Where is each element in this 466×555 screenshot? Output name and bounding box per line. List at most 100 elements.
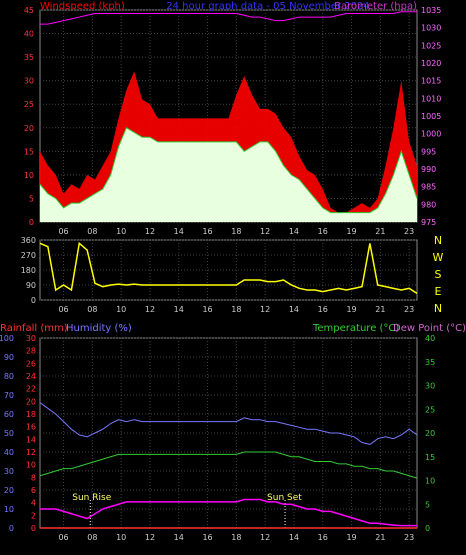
dewpoint-axis-label: Dew Point (°C): [393, 323, 466, 334]
humidity-tick-label: 40: [4, 448, 14, 457]
barometer-tick-label: 1010: [421, 94, 441, 103]
wind-tick-label: 40: [24, 30, 34, 39]
compass-label: S: [435, 268, 442, 281]
wind-tick-label: 30: [24, 77, 34, 86]
rainfall-tick-label: 20: [26, 397, 36, 406]
weather-graph: Windspeed (kph) 24 hour graph data - 05 …: [0, 0, 466, 555]
time-tick-label: 16: [318, 533, 328, 542]
time-tick-label: 08: [87, 305, 97, 314]
barometer-tick-label: 1000: [421, 130, 441, 139]
temperature-tick-label: 5: [425, 500, 430, 509]
compass-label: W: [433, 251, 444, 264]
wind-tick-label: 45: [24, 6, 34, 15]
axis-labels: 06 08 10 12 14 16 18 12 14 16 19 21 2306 08 10 12 14 16 18…: [0, 6, 444, 542]
rainfall-tick-label: 26: [26, 359, 36, 368]
barometer-tick-label: 990: [421, 165, 436, 174]
time-tick-label: 16: [202, 227, 212, 236]
temperature-tick-label: 25: [425, 405, 435, 414]
temperature-axis-label: Temperature (°C): [312, 323, 399, 334]
direction-tick-label: 90: [26, 281, 36, 290]
wind-tick-label: 20: [24, 124, 34, 133]
humidity-tick-label: 50: [4, 429, 14, 438]
time-tick-label: 12: [260, 227, 270, 236]
chart-marks: [39, 11, 418, 529]
direction-tick-label: 360: [21, 236, 36, 245]
rainfall-tick-label: 4: [31, 499, 36, 508]
compass-label: E: [435, 285, 442, 298]
barometer-tick-label: 1015: [421, 77, 441, 86]
rainfall-tick-label: 2: [31, 511, 36, 520]
barometer-tick-label: 1005: [421, 112, 441, 121]
sunset-label: Sun Set: [267, 493, 302, 503]
barometer-tick-label: 975: [421, 218, 436, 227]
time-tick-label: 18: [231, 305, 241, 314]
rainfall-tick-label: 18: [26, 410, 36, 419]
wind-tick-label: 15: [24, 147, 34, 156]
time-tick-label: 23: [404, 305, 414, 314]
temperature-tick-label: 10: [425, 477, 435, 486]
time-tick-label: 12: [145, 305, 155, 314]
humidity-tick-label: 0: [9, 524, 14, 533]
time-tick-label: 10: [116, 305, 126, 314]
compass-label: N: [434, 234, 442, 247]
time-tick-label: 16: [318, 227, 328, 236]
rainfall-tick-label: 6: [31, 486, 36, 495]
direction-tick-label: 0: [31, 296, 36, 305]
time-tick-label: 14: [174, 305, 184, 314]
barometer-line: [40, 11, 417, 25]
rainfall-tick-label: 24: [26, 372, 36, 381]
time-tick-label: 14: [289, 305, 299, 314]
rainfall-tick-label: 30: [26, 334, 36, 343]
time-tick-label: 16: [202, 305, 212, 314]
humidity-tick-label: 80: [4, 372, 14, 381]
wind-tick-label: 5: [29, 194, 34, 203]
wind-direction-line: [39, 241, 418, 294]
time-tick-label: 14: [289, 227, 299, 236]
rainfall-tick-label: 14: [26, 435, 36, 444]
temperature-tick-label: 20: [425, 429, 435, 438]
time-tick-label: 19: [346, 227, 356, 236]
humidity-tick-label: 10: [4, 505, 14, 514]
temperature-tick-label: 0: [425, 524, 430, 533]
barometer-tick-label: 985: [421, 183, 436, 192]
barometer-tick-label: 1030: [421, 24, 441, 33]
time-tick-label: 06: [58, 227, 68, 236]
rainfall-tick-label: 8: [31, 473, 36, 482]
rainfall-tick-label: 12: [26, 448, 36, 457]
humidity-line: [39, 402, 418, 445]
rainfall-tick-label: 22: [26, 385, 36, 394]
rainfall-tick-label: 0: [31, 524, 36, 533]
barometer-tick-label: 980: [421, 200, 436, 209]
time-tick-label: 14: [174, 533, 184, 542]
time-tick-label: 12: [145, 533, 155, 542]
rainfall-tick-label: 28: [26, 347, 36, 356]
rainfall-tick-label: 16: [26, 423, 36, 432]
wind-tick-label: 35: [24, 53, 34, 62]
wind-tick-label: 0: [29, 218, 34, 227]
time-tick-label: 16: [318, 305, 328, 314]
time-tick-label: 12: [145, 227, 155, 236]
time-tick-label: 21: [375, 533, 385, 542]
humidity-tick-label: 70: [4, 391, 14, 400]
rainfall-tick-label: 10: [26, 461, 36, 470]
time-tick-label: 18: [231, 533, 241, 542]
wind-tick-label: 10: [24, 171, 34, 180]
temperature-tick-label: 35: [425, 358, 435, 367]
time-tick-label: 21: [375, 227, 385, 236]
barometer-tick-label: 1035: [421, 6, 441, 15]
time-tick-label: 12: [260, 533, 270, 542]
barometer-tick-label: 1025: [421, 41, 441, 50]
time-tick-label: 19: [346, 533, 356, 542]
humidity-tick-label: 60: [4, 410, 14, 419]
time-tick-label: 08: [87, 533, 97, 542]
time-tick-label: 19: [346, 305, 356, 314]
grid-lines: [40, 9, 417, 529]
humidity-tick-label: 30: [4, 467, 14, 476]
time-tick-label: 14: [174, 227, 184, 236]
dewpoint-line: [40, 498, 417, 527]
barometer-tick-label: 1020: [421, 59, 441, 68]
time-tick-label: 23: [404, 533, 414, 542]
direction-tick-label: 180: [21, 266, 36, 275]
time-tick-label: 21: [375, 305, 385, 314]
wind-tick-label: 25: [24, 100, 34, 109]
